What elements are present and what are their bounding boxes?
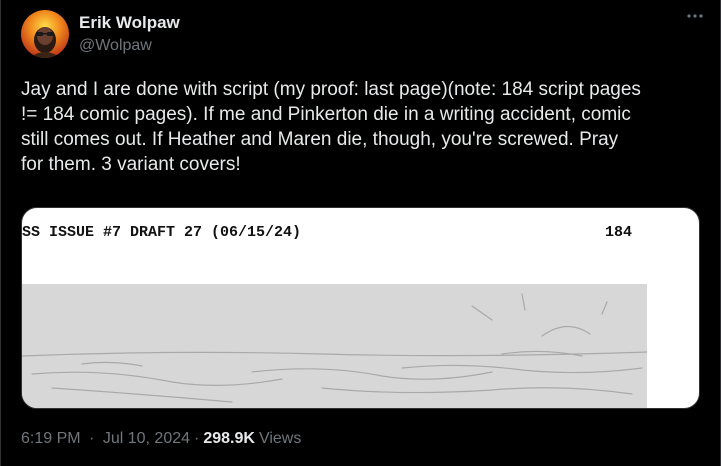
avatar-image — [21, 10, 69, 58]
tweet-timestamp[interactable]: 6:19 PM · Jul 10, 2024 — [21, 429, 190, 449]
tweet-time: 6:19 PM — [21, 430, 81, 447]
more-options-button[interactable] — [682, 6, 708, 26]
sketch-illustration — [22, 284, 647, 408]
script-page-number: 184 — [605, 224, 633, 241]
tweet-card[interactable]: Erik Wolpaw @Wolpaw Jay and I are done w… — [0, 0, 721, 466]
meta-separator: · — [194, 430, 200, 447]
more-horizontal-icon — [687, 14, 703, 18]
tweet-header: Erik Wolpaw @Wolpaw — [21, 10, 706, 60]
avatar[interactable] — [21, 10, 69, 58]
tweet-meta: 6:19 PM · Jul 10, 2024 · 298.9K Views — [21, 429, 301, 449]
tweet-date: Jul 10, 2024 — [102, 430, 191, 447]
tweet-text: Jay and I are done with script (my proof… — [21, 79, 641, 175]
tweet-media-image[interactable]: SS ISSUE #7 DRAFT 27 (06/15/24) 184 — [21, 207, 700, 409]
display-name[interactable]: Erik Wolpaw — [79, 13, 180, 33]
views-count: 298.9K — [203, 430, 255, 447]
user-handle[interactable]: @Wolpaw — [79, 36, 180, 56]
meta-separator: · — [89, 430, 95, 447]
user-info: Erik Wolpaw @Wolpaw — [79, 13, 180, 56]
script-title: SS ISSUE #7 DRAFT 27 (06/15/24) — [22, 224, 302, 241]
views-label: Views — [258, 430, 302, 447]
